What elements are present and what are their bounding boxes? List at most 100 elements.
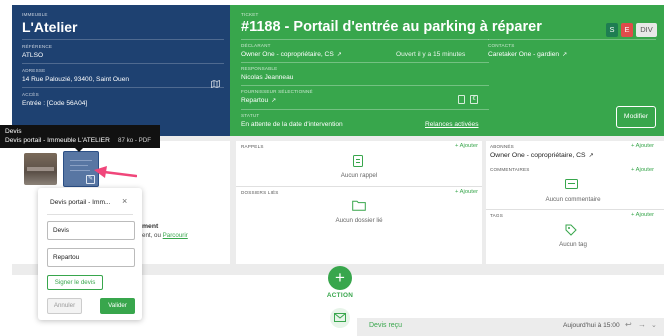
dropzone-title: ment [142,223,159,230]
commentaires-add-link[interactable]: + Ajouter [631,167,654,173]
supplier-field[interactable]: Repartou [47,248,135,267]
commentaires-title: COMMENTAIRES [490,167,530,172]
document-type-field[interactable]: Devis [47,221,135,240]
abonnes-add-link[interactable]: + Ajouter [631,143,654,149]
declarant-value[interactable]: Owner One - copropriétaire, CS [241,51,334,58]
external-link-icon[interactable]: ↗ [337,52,342,58]
envelope-icon [334,313,346,322]
reminder-icon [353,155,363,167]
abonnes-title: ABONNÉS [490,144,514,149]
close-icon[interactable]: × [122,196,127,206]
declarant-row: Owner One - copropriétaire, CS ↗ [241,51,342,58]
dossiers-empty: Aucun dossier lié [335,217,383,224]
fournisseur-row: Repartou ↗ [241,97,276,104]
dossiers-add-link[interactable]: + Ajouter [455,189,478,195]
thumb-line [70,165,88,166]
timeline-mail-icon [330,308,350,328]
tags-title: TAGS [490,213,503,218]
divider [488,39,656,40]
contacts-value[interactable]: Caretaker One - gardien [488,51,559,58]
ticket-kicker: TICKET [241,12,259,17]
document-edit-popup: Devis portail - Imm... × Devis Repartou … [38,188,142,320]
rappels-add-link[interactable]: + Ajouter [455,143,478,149]
action-label: ACTION [326,292,354,299]
tags-empty: Aucun tag [559,241,587,248]
photo-thumbnail[interactable] [24,153,57,185]
timeline-time: Aujourd'hui à 15:00 [563,322,620,329]
validate-button[interactable]: Valider [100,298,135,314]
photo-detail [27,167,54,171]
tag-icon [565,224,577,236]
divider [241,85,489,86]
building-name[interactable]: L'Atelier [22,19,77,35]
building-panel: IMMEUBLE L'Atelier RÉFÉRENCE ATLSO ADRES… [12,5,230,136]
divider [22,63,224,64]
badge-e[interactable]: E [621,23,633,37]
tooltip-title: Devis [5,128,22,135]
divider [22,87,224,88]
divider [236,186,482,187]
icon-line [568,183,575,184]
contacts-label: CONTACTS [488,43,515,48]
comment-icon [565,179,578,189]
modifier-button[interactable]: Modifier [616,106,656,128]
dropzone-hint: ent, ou Parcourir [142,232,188,239]
access-label: ACCÈS [22,92,39,97]
external-link-icon[interactable]: ↗ [271,98,276,104]
chevron-down-icon[interactable]: ⌄ [651,321,657,329]
fournisseur-value[interactable]: Repartou [241,97,268,104]
address-value: 14 Rue Palouzié, 93400, Saint Ouen [22,76,130,83]
sign-quote-button[interactable]: Signer le devis [47,275,103,290]
declarant-label: DÉCLARANT [241,43,271,48]
rappels-title: RAPPELS [241,144,264,149]
statut-label: STATUT [241,113,260,118]
action-add-button[interactable]: + [328,266,352,290]
tooltip-caret [75,148,83,152]
popup-doc-name: Devis portail - Imm... [50,199,111,206]
rappels-empty: Aucun rappel [340,172,378,179]
divider [241,109,489,110]
thumb-line [70,170,90,171]
divider [47,214,133,215]
thumb-line [70,160,92,161]
badge-s[interactable]: S [606,23,618,37]
timeline-title: Devis reçu [369,322,403,329]
building-kicker: IMMEUBLE [22,12,48,17]
tags-add-link[interactable]: + Ajouter [631,212,654,218]
access-value: Entrée : [Code 56A04] [22,100,88,107]
relances-link[interactable]: Relances activées [425,121,479,128]
external-link-icon[interactable]: ↗ [562,52,567,58]
cancel-button[interactable]: Annuler [47,298,82,314]
reply-icon[interactable]: ↩ [625,320,632,329]
ticket-page: IMMEUBLE L'Atelier RÉFÉRENCE ATLSO ADRES… [0,0,670,336]
dropzone-text: ent, ou [142,232,161,239]
document-icon[interactable] [458,95,465,104]
abonne-value[interactable]: Owner One - copropriétaire, CS [490,152,586,159]
icon-line [356,159,360,160]
tooltip-doc-name: Devis portail - Immeuble L'ATELIER [5,137,110,144]
external-link-icon[interactable]: ↗ [589,153,594,159]
commentaires-empty: Aucun commentaire [545,196,601,203]
icon-line [356,162,360,163]
reference-value: ATLSO [22,52,44,59]
divider [241,39,489,40]
address-label: ADRESSE [22,68,46,73]
folder-icon [352,200,366,211]
dossiers-title: DOSSIERS LIÉS [241,190,279,195]
opened-time: Ouvert il y a 15 minutes [396,51,466,58]
euro-icon[interactable]: € [470,95,478,104]
map-icon[interactable] [211,75,220,93]
divider [486,209,664,210]
forward-icon[interactable]: → [638,320,646,329]
responsable-label: RESPONSABLE [241,66,278,71]
responsable-value: Nicolas Jeanneau [241,74,294,81]
pointer-arrow-icon [94,166,137,178]
ticket-title: #1188 - Portail d'entrée au parking à ré… [241,19,542,35]
divider [241,62,489,63]
contacts-row: Caretaker One - gardien ↗ [488,51,567,58]
document-tooltip: Devis Devis portail - Immeuble L'ATELIER… [0,125,160,148]
divider [22,39,224,40]
abonne-row: Owner One - copropriétaire, CS ↗ [490,152,594,159]
browse-link[interactable]: Parcourir [163,232,188,239]
badge-div[interactable]: DIV [636,23,657,37]
